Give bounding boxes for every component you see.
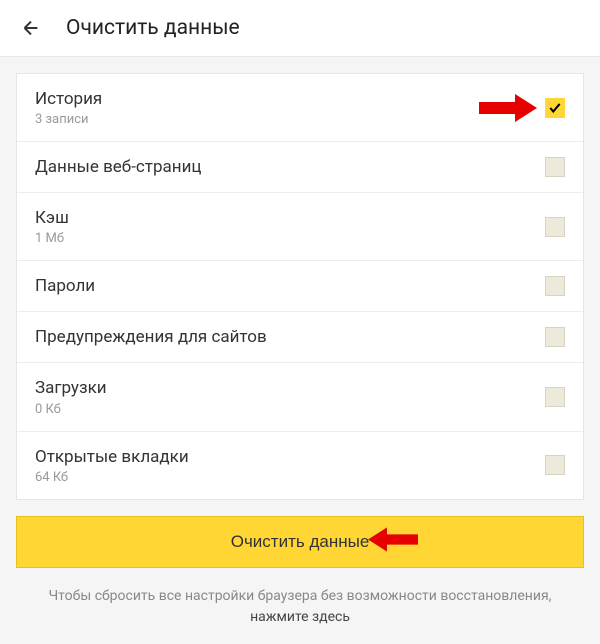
- clear-data-button[interactable]: Очистить данные: [16, 516, 584, 568]
- item-title: Предупреждения для сайтов: [35, 326, 545, 348]
- footer-text: Чтобы сбросить все настройки браузера бе…: [16, 586, 584, 628]
- item-text: Загрузки 0 Кб: [35, 377, 545, 416]
- checkbox[interactable]: [545, 157, 565, 177]
- list-item[interactable]: Данные веб-страниц: [17, 142, 583, 193]
- checkbox[interactable]: [545, 98, 565, 118]
- clear-button-label: Очистить данные: [231, 532, 370, 551]
- item-text: История 3 записи: [35, 88, 545, 127]
- item-text: Кэш 1 Мб: [35, 207, 545, 246]
- options-list: История 3 записи Данные веб-страниц Кэш 1 Мб…: [16, 73, 584, 500]
- item-text: Открытые вкладки 64 Кб: [35, 446, 545, 485]
- list-item[interactable]: Предупреждения для сайтов: [17, 312, 583, 363]
- footer-message: Чтобы сбросить все настройки браузера бе…: [49, 588, 552, 604]
- item-title: Открытые вкладки: [35, 446, 545, 468]
- item-title: Пароли: [35, 275, 545, 297]
- item-subtitle: 0 Кб: [35, 402, 545, 417]
- item-text: Данные веб-страниц: [35, 156, 545, 178]
- header: Очистить данные: [0, 0, 600, 57]
- item-subtitle: 64 Кб: [35, 470, 545, 485]
- content: История 3 записи Данные веб-страниц Кэш 1 Мб…: [0, 57, 600, 644]
- checkbox[interactable]: [545, 217, 565, 237]
- page-title: Очистить данные: [66, 16, 240, 40]
- item-title: Кэш: [35, 207, 545, 229]
- item-text: Пароли: [35, 275, 545, 297]
- checkbox[interactable]: [545, 327, 565, 347]
- checkbox[interactable]: [545, 387, 565, 407]
- item-title: История: [35, 88, 545, 110]
- list-item[interactable]: Пароли: [17, 261, 583, 312]
- footer-reset-link[interactable]: нажмите здесь: [250, 609, 350, 625]
- list-item[interactable]: Загрузки 0 Кб: [17, 363, 583, 431]
- checkbox[interactable]: [545, 276, 565, 296]
- checkbox[interactable]: [545, 455, 565, 475]
- list-item[interactable]: История 3 записи: [17, 74, 583, 142]
- back-arrow-icon[interactable]: [20, 17, 42, 39]
- item-text: Предупреждения для сайтов: [35, 326, 545, 348]
- list-item[interactable]: Открытые вкладки 64 Кб: [17, 432, 583, 499]
- item-subtitle: 3 записи: [35, 112, 545, 127]
- annotation-arrow-icon: [368, 525, 418, 558]
- item-title: Данные веб-страниц: [35, 156, 545, 178]
- item-title: Загрузки: [35, 377, 545, 399]
- list-item[interactable]: Кэш 1 Мб: [17, 193, 583, 261]
- item-subtitle: 1 Мб: [35, 231, 545, 246]
